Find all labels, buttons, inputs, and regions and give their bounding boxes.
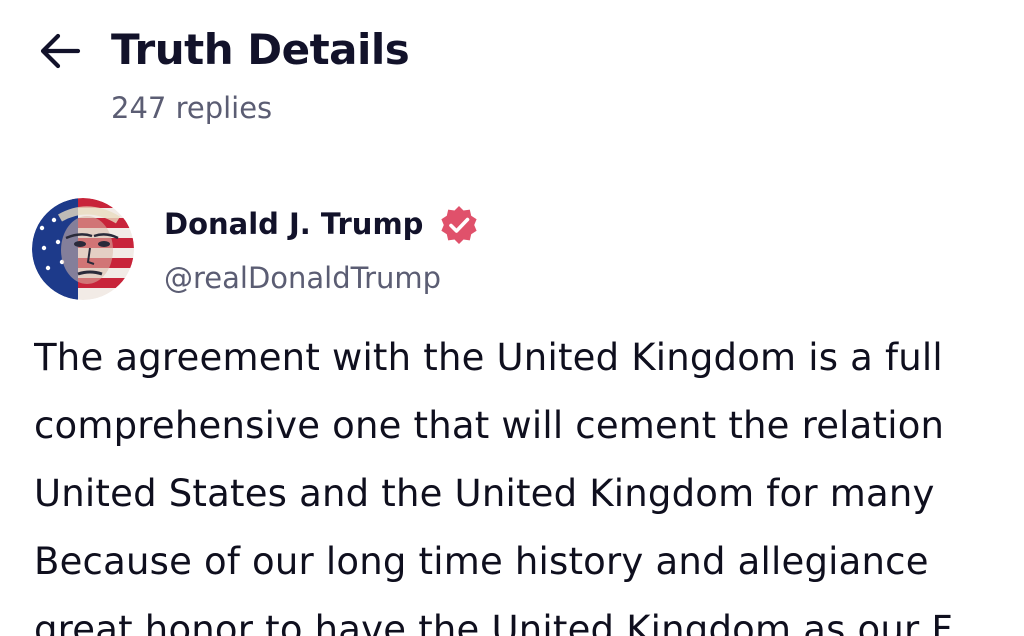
verified-check-icon [438,204,480,246]
avatar-image [32,198,134,300]
arrow-left-icon [40,33,81,69]
post-text-line: Because of our long time history and all… [34,540,929,583]
post-author: Donald J. Trump @realDonaldTrump [0,190,1024,310]
reply-count: 247 replies [111,91,273,125]
post-text-line: The agreement with the United Kingdom is… [34,336,943,379]
post-text-line: great honor to have the United Kingdom a… [34,608,953,636]
page-title: Truth Details [111,25,410,74]
page-header: Truth Details 247 replies [0,0,1024,150]
post-text-line: United States and the United Kingdom for… [34,472,935,515]
avatar[interactable] [32,198,134,300]
author-display-name[interactable]: Donald J. Trump [164,204,423,244]
back-button[interactable] [36,28,86,74]
author-handle[interactable]: @realDonaldTrump [164,258,441,298]
post-text-line: comprehensive one that will cement the r… [34,404,945,447]
post-body: The agreement with the United Kingdom is… [34,324,1024,636]
